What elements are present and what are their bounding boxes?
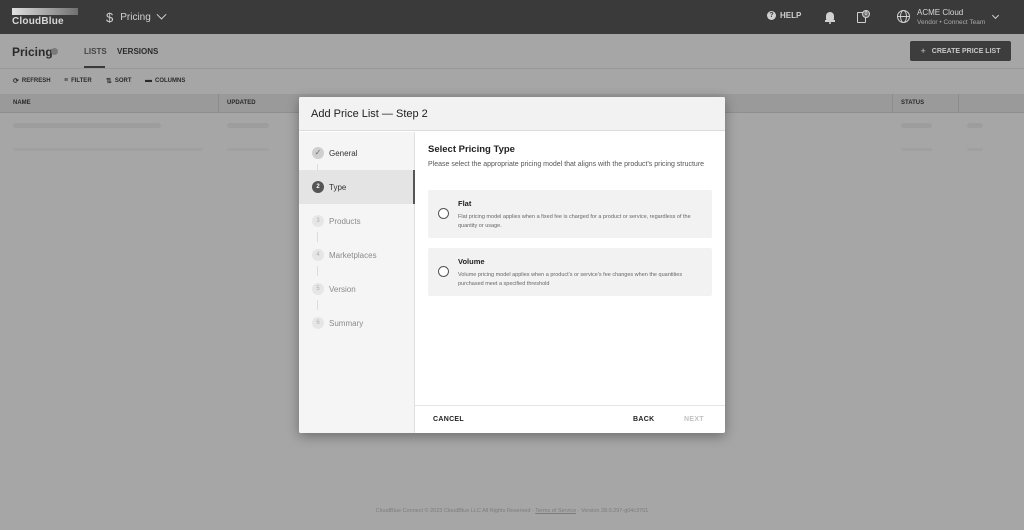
wizard-step-label: Type [329,183,347,192]
dialog-body: Select Pricing Type Please select the ap… [415,132,725,405]
filter-button[interactable]: ≡ FILTER [64,77,92,84]
logo-mark [12,8,78,15]
step-number: 3 [312,215,324,227]
loading-placeholder [227,148,269,151]
notifications-bell-icon[interactable] [825,11,835,24]
page-title: Pricing [12,45,53,59]
module-switcher[interactable]: $ Pricing [106,9,167,25]
option-title: Volume [458,257,485,266]
sort-icon: ⇅ [106,78,112,85]
help-button[interactable]: ? HELP [767,11,801,20]
wizard-step-summary: 6 Summary [299,306,415,340]
refresh-icon: ⟳ [13,78,19,85]
section-title: Select Pricing Type [428,144,515,155]
option-description: Flat pricing model applies when a fixed … [458,214,691,229]
wizard-step-label: Products [329,217,361,226]
globe-icon[interactable] [897,10,910,23]
back-button[interactable]: BACK [633,416,654,423]
loading-placeholder [13,123,161,128]
next-button[interactable]: NEXT [684,416,704,423]
loading-placeholder [13,148,203,151]
column-header-status[interactable]: STATUS [901,100,924,106]
top-navigation-bar: CloudBlue $ Pricing ? HELP 0 ACME Cloud … [0,0,1024,34]
column-header-name[interactable]: NAME [13,100,31,106]
checkmark-icon: ✓ [312,147,324,159]
loading-placeholder [967,123,983,128]
dialog-title: Add Price List — Step 2 [311,108,428,120]
section-description: Please select the appropriate pricing mo… [428,161,705,168]
chevron-down-icon [156,9,167,20]
help-label: HELP [780,11,802,20]
column-divider [218,94,219,113]
column-divider [958,94,959,113]
tab-lists[interactable]: LISTS [84,47,107,56]
version-text: · Version 28.0.297-g04c3701 [577,508,649,514]
filter-label: FILTER [71,77,92,84]
account-name: ACME Cloud [917,8,964,17]
page-footer: CloudBlue Connect © 2023 CloudBlue LLC A… [0,508,1024,514]
active-tab-indicator [84,66,105,68]
step-number: 6 [312,317,324,329]
columns-button[interactable]: ▬ COLUMNS [145,77,185,84]
help-icon: ? [767,11,776,20]
dialog-header: Add Price List — Step 2 [299,97,725,131]
wizard-step-type[interactable]: 2 Type [299,170,415,204]
loading-placeholder [967,148,983,151]
sort-label: SORT [114,78,132,84]
cancel-button[interactable]: CANCEL [433,416,464,423]
account-subtitle: Vendor • Connect Team [917,19,986,26]
tasks-badge: 0 [862,10,870,18]
loading-placeholder [901,148,932,151]
list-toolbar: ⟳ REFRESH ≡ FILTER ⇅ SORT ▬ COLUMNS [0,69,1024,94]
dialog-footer: CANCEL BACK NEXT [415,405,725,433]
create-price-list-label: CREATE PRICE LIST [931,47,1001,55]
module-name: Pricing [120,11,151,23]
cloudblue-logo[interactable]: CloudBlue [12,8,78,27]
plus-icon: + [920,46,926,56]
flat-radio[interactable] [438,208,449,219]
copyright-text: CloudBlue Connect © 2023 CloudBlue LLC A… [375,508,531,514]
sort-button[interactable]: ⇅ SORT [106,77,132,85]
tab-versions[interactable]: VERSIONS [117,47,158,56]
account-switcher[interactable]: ACME Cloud Vendor • Connect Team [917,8,985,26]
wizard-step-label: Summary [329,319,364,328]
terms-of-service-link[interactable]: Terms of Service [535,508,576,514]
loading-placeholder [227,123,269,128]
step-number: 5 [312,283,324,295]
create-price-list-button[interactable]: + CREATE PRICE LIST [910,41,1011,61]
pricing-option-volume[interactable]: Volume Volume pricing model applies when… [428,248,712,296]
info-icon[interactable] [51,48,58,55]
column-divider [892,94,893,113]
column-header-updated[interactable]: UPDATED [227,100,256,106]
option-description: Volume pricing model applies when a prod… [458,272,683,287]
wizard-step-label: Version [329,285,356,294]
brand-name: CloudBlue [12,16,64,27]
refresh-label: REFRESH [21,78,51,84]
pricing-option-flat[interactable]: Flat Flat pricing model applies when a f… [428,190,712,238]
columns-label: COLUMNS [155,77,186,84]
page-header: Pricing LISTS VERSIONS + CREATE PRICE LI… [0,34,1024,69]
refresh-button[interactable]: ⟳ REFRESH [13,77,51,85]
tasks-button[interactable]: 0 [857,10,870,24]
account-chevron-down-icon[interactable] [991,11,1000,20]
wizard-step-label: General [329,149,358,158]
loading-placeholder [901,123,932,128]
wizard-step-label: Marketplaces [329,251,377,260]
volume-radio[interactable] [438,266,449,277]
filter-icon: ≡ [64,77,69,84]
step-number: 4 [312,249,324,261]
wizard-steps: ✓ General 2 Type 3 Products 4 Marketplac… [299,132,415,433]
columns-icon: ▬ [145,77,152,84]
dollar-icon: $ [106,9,114,25]
add-price-list-dialog: Add Price List — Step 2 ✓ General 2 Type… [299,97,725,433]
option-title: Flat [458,199,472,208]
step-number: 2 [312,181,324,193]
